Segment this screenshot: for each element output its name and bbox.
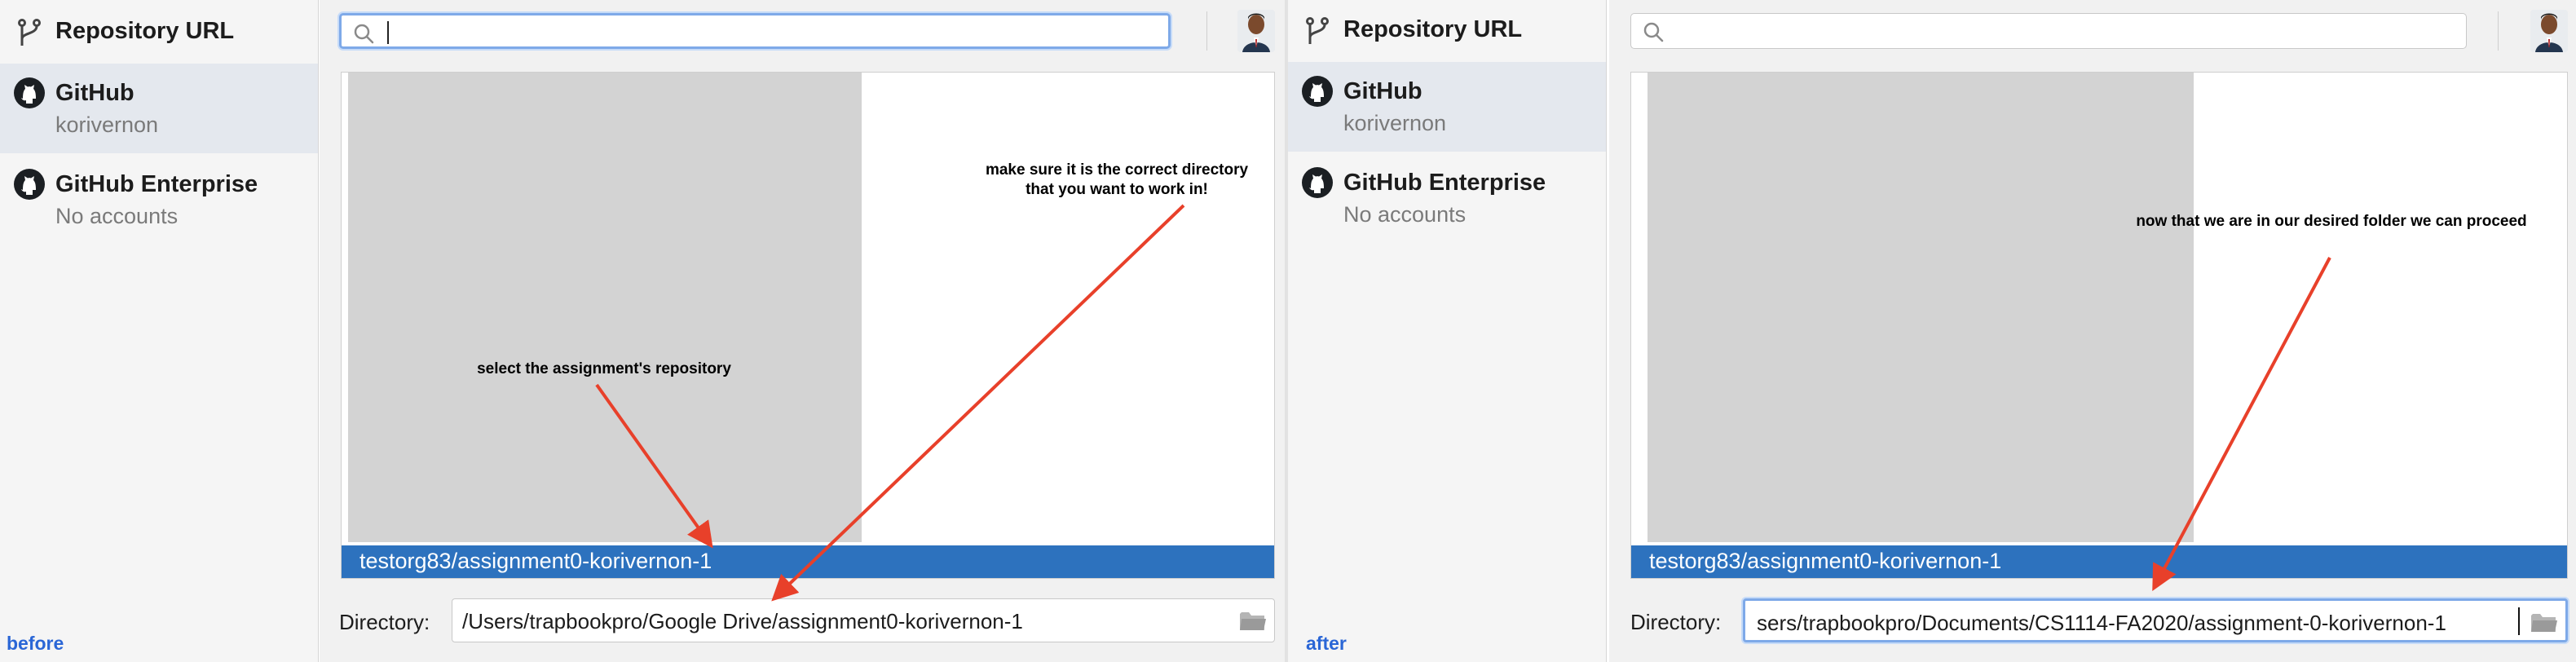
repository-row-selected[interactable]: testorg83/assignment0-korivernon-1: [342, 545, 1274, 578]
avatar[interactable]: [2530, 10, 2568, 52]
after-panel: Repository URL GitHub korivernon GitHub …: [1288, 0, 2576, 662]
annotation-proceed: now that we are in our desired folder we…: [2136, 213, 2527, 230]
avatar[interactable]: [1237, 10, 1275, 52]
sidebar-item-repository-url[interactable]: Repository URL: [1288, 0, 1606, 64]
sidebar-item-label: Repository URL: [55, 18, 235, 44]
sidebar-item-github-enterprise[interactable]: GitHub Enterprise No accounts: [0, 153, 318, 245]
text-cursor: [2518, 607, 2520, 635]
search-icon: [353, 23, 374, 44]
text-cursor: [387, 21, 389, 44]
folder-icon[interactable]: [2530, 609, 2559, 635]
sidebar-item-label: GitHub Enterprise: [1343, 170, 1546, 196]
annotation-select-repo: select the assignment's repository: [477, 360, 731, 377]
sidebar-item-account: korivernon: [1343, 111, 1447, 135]
after-caption: after: [1306, 633, 1347, 654]
clone-dialog-main: testorg83/assignment0-korivernon-1 Direc…: [1609, 0, 2576, 662]
redacted-area: [1647, 73, 2194, 542]
repository-row-selected[interactable]: testorg83/assignment0-korivernon-1: [1631, 545, 2567, 578]
search-field[interactable]: [1630, 13, 2467, 49]
sidebar-item-account: korivernon: [55, 113, 159, 137]
sidebar-item-github[interactable]: GitHub korivernon: [1288, 62, 1606, 152]
github-icon: [1301, 166, 1334, 199]
redacted-area: [348, 73, 862, 542]
folder-icon[interactable]: [1238, 607, 1268, 633]
annotation-line: that you want to work in!: [1026, 181, 1208, 198]
toolbar-divider: [1206, 11, 1207, 51]
sidebar-item-label: Repository URL: [1343, 16, 1523, 42]
toolbar-divider: [2498, 11, 2499, 51]
repository-name: testorg83/assignment0-korivernon-1: [359, 549, 712, 573]
github-icon: [13, 168, 46, 201]
sidebar-item-account: No accounts: [1343, 202, 1467, 227]
before-panel: Repository URL GitHub korivernon GitHub …: [0, 0, 1288, 662]
directory-input[interactable]: /Users/trapbookpro/Google Drive/assignme…: [462, 609, 1023, 634]
annotation-correct-directory: make sure it is the correct directory th…: [929, 161, 1304, 200]
sidebar-item-label: GitHub: [1343, 78, 1423, 104]
sidebar-item-github[interactable]: GitHub korivernon: [0, 64, 318, 153]
search-field[interactable]: [339, 13, 1171, 49]
repository-list[interactable]: testorg83/assignment0-korivernon-1: [1630, 72, 2568, 579]
directory-label: Directory:: [339, 610, 430, 634]
sidebar-item-label: GitHub Enterprise: [55, 171, 258, 197]
repository-name: testorg83/assignment0-korivernon-1: [1649, 549, 2002, 573]
github-icon: [13, 77, 46, 109]
sidebar-item-repository-url[interactable]: Repository URL: [0, 0, 318, 64]
directory-label: Directory:: [1630, 610, 1722, 634]
repository-list[interactable]: testorg83/assignment0-korivernon-1: [341, 72, 1275, 579]
sidebar-item-github-enterprise[interactable]: GitHub Enterprise No accounts: [1288, 152, 1606, 243]
accounts-sidebar: Repository URL GitHub korivernon GitHub …: [0, 0, 319, 662]
directory-field[interactable]: /Users/trapbookpro/Google Drive/assignme…: [452, 598, 1275, 642]
search-input[interactable]: [1674, 17, 2411, 45]
accounts-sidebar: Repository URL GitHub korivernon GitHub …: [1288, 0, 1607, 662]
search-input[interactable]: [384, 19, 1121, 46]
sidebar-item-label: GitHub: [55, 80, 135, 106]
git-branch-icon: [13, 16, 46, 49]
annotation-line: make sure it is the correct directory: [985, 161, 1249, 179]
git-branch-icon: [1301, 15, 1334, 47]
directory-input[interactable]: sers/trapbookpro/Documents/CS1114-FA2020…: [1757, 611, 2446, 636]
before-caption: before: [7, 633, 64, 654]
search-icon: [1643, 21, 1664, 42]
directory-field[interactable]: sers/trapbookpro/Documents/CS1114-FA2020…: [1743, 598, 2568, 642]
github-icon: [1301, 75, 1334, 108]
clone-dialog-main: testorg83/assignment0-korivernon-1 Direc…: [320, 0, 1288, 662]
sidebar-item-account: No accounts: [55, 204, 179, 228]
